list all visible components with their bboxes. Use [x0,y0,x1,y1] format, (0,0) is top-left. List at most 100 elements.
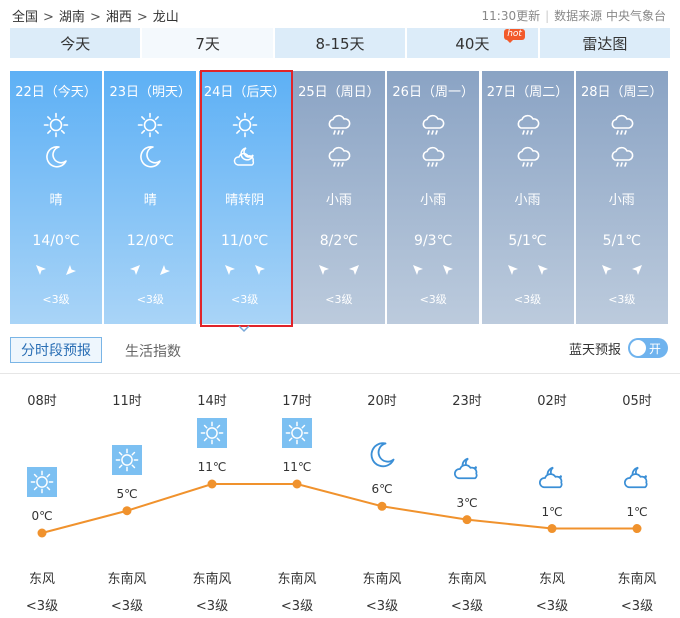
update-info: 11:30更新 | 数据来源 中央气象台 [481,9,666,23]
blue-sky-label: 蓝天预报 [569,343,622,358]
hour-temperature: 1℃ [626,504,648,519]
sun-icon [137,112,163,138]
day-label: 25日（周日） [298,85,380,100]
day-temperature: 5/1℃ [602,233,641,249]
cloudy-moon-icon [537,463,567,493]
rain-icon [420,112,446,138]
hour-temperature: 5℃ [116,486,138,501]
breadcrumb-current: 龙山 [152,10,179,25]
rain-icon [609,144,635,170]
wind-level: <3级 [136,293,164,306]
wind-arrow-icon [536,262,550,280]
toggle-label: 开 [649,342,662,356]
temperature-point [462,515,472,525]
hour-wind-level: <3级 [110,599,144,614]
wind-direction [293,262,385,280]
tab-40days[interactable]: 40天 hot [407,28,538,58]
breadcrumb: 全国 > 湖南 > 湘西 > 龙山 [12,6,179,25]
day-card[interactable]: 25日（周日） 小雨 8/2℃ <3级 [292,71,385,324]
wind-arrow-icon [128,262,142,280]
day-label: 23日（明天） [109,85,192,100]
wind-direction [576,262,668,280]
hour-label: 23时 [452,394,482,409]
wind-direction [104,262,196,280]
wind-arrow-icon [253,262,267,280]
hour-temperature: 0℃ [31,509,53,523]
breadcrumb-item[interactable]: 湖南 [59,6,85,25]
data-source: 数据来源 中央气象台 [554,9,666,23]
hour-wind-level: <3级 [195,599,229,614]
breadcrumb-item[interactable]: 湘西 [106,6,132,25]
hour-wind-direction: 东南风 [192,572,232,587]
tab-hourly-forecast[interactable]: 分时段预报 [10,337,102,363]
day-card[interactable]: 28日（周三） 小雨 5/1℃ <3级 [575,71,668,324]
wind-level: <3级 [42,293,70,306]
temperature-point [632,524,642,534]
wind-level: <3级 [513,293,542,306]
blue-sky-toggle[interactable]: 开 [628,338,668,358]
day-card[interactable]: 22日（今天） 晴 14/0℃ <3级 [10,71,102,324]
hour-temperature: 11℃ [197,460,227,474]
temperature-point [122,506,132,516]
day-temperature: 8/2℃ [319,233,359,249]
hour-wind-level: <3级 [535,599,569,614]
hour-wind-direction: 东风 [28,572,55,587]
day-label: 22日（今天） [15,85,97,100]
day-condition: 晴转阴 [225,193,265,208]
top-bar: 全国 > 湖南 > 湘西 > 龙山 11:30更新 | 数据来源 中央气象台 [0,0,680,28]
tab-radar[interactable]: 雷达图 [539,28,671,58]
tab-life-index[interactable]: 生活指数 [125,341,181,361]
rain-icon [515,112,541,138]
wind-arrow-icon [158,262,172,280]
rain-icon [609,112,635,138]
wind-arrow-icon [506,262,520,280]
day-card[interactable]: 27日（周二） 小雨 5/1℃ <3级 [481,71,574,324]
hour-wind-level: <3级 [450,599,484,614]
day-card[interactable]: 24日（后天） 晴转阴 11/0℃ <3级 [198,71,291,324]
day-temperature: 12/0℃ [126,233,174,249]
wind-arrow-icon [34,262,48,280]
wind-arrow-icon [317,262,331,280]
hour-wind-direction: 东南风 [447,572,487,587]
hour-temperature: 3℃ [456,495,478,510]
rain-icon [326,112,352,138]
wind-arrow-icon [441,262,455,280]
breadcrumb-item[interactable]: 全国 [12,6,38,25]
tab-8-15days[interactable]: 8-15天 [274,28,406,58]
day-card[interactable]: 26日（周一） 小雨 9/3℃ <3级 [387,71,480,324]
cloudy-moon-icon [622,463,652,493]
hour-temperature: 11℃ [282,460,312,474]
hour-label: 08时 [27,394,57,409]
hot-badge: hot [504,29,525,43]
tab-7days[interactable]: 7天 [142,28,273,58]
tab-today[interactable]: 今天 [10,28,141,58]
tab-label: 8-15天 [315,34,365,53]
hour-wind-level: <3级 [280,599,314,614]
day-label: 27日（周二） [486,85,569,100]
wind-direction [199,262,291,280]
temperature-point [547,524,557,534]
day-temperature: 14/0℃ [32,233,80,249]
hour-wind-level: <3级 [620,599,654,614]
moon-icon [137,144,163,170]
day-card[interactable]: 23日（明天） 晴 12/0℃ <3级 [104,71,197,324]
hour-label: 20时 [367,394,397,409]
cloudy-moon-icon [452,454,482,484]
hour-label: 02时 [537,394,567,409]
day-label: 26日（周一） [392,85,474,100]
hour-temperature: 1℃ [541,504,563,519]
day-temperature: 11/0℃ [221,233,269,249]
wind-arrow-icon [223,262,237,280]
breadcrumb-separator: > [136,10,148,25]
cloudy-moon-icon [232,144,258,170]
hour-wind-level: <3级 [25,599,59,614]
tab-label: 生活指数 [125,344,181,360]
temperature-point [207,479,217,489]
wind-arrow-icon [630,262,644,280]
wind-level: <3级 [230,293,259,306]
day-condition: 小雨 [514,193,541,208]
hour-label: 17时 [282,394,312,409]
wind-level: <3级 [419,293,447,306]
hour-wind-direction: 东南风 [617,572,657,587]
divider [0,373,680,374]
